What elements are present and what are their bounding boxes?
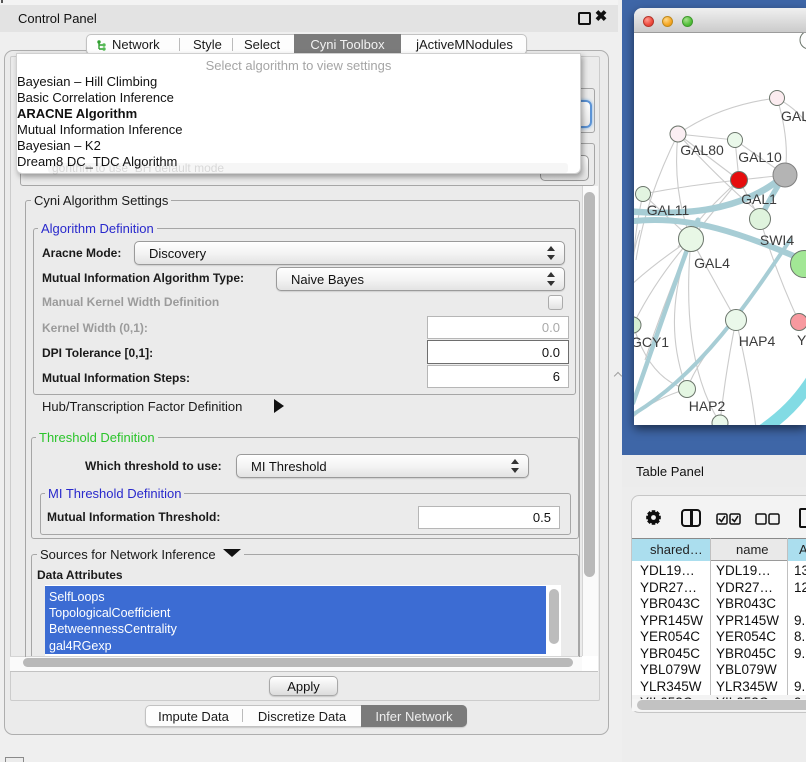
- svg-text:GAL11: GAL11: [647, 202, 690, 218]
- svg-text:GAL4: GAL4: [694, 255, 730, 271]
- svg-text:GAL1: GAL1: [741, 191, 777, 207]
- svg-text:HAP4: HAP4: [739, 333, 776, 349]
- svg-text:GAL80: GAL80: [680, 142, 724, 158]
- svg-text:GCY1: GCY1: [634, 334, 669, 350]
- svg-text:GAL10: GAL10: [738, 149, 782, 165]
- svg-text:HAP2: HAP2: [689, 398, 726, 414]
- svg-text:Y: Y: [797, 332, 806, 348]
- svg-text:SWI4: SWI4: [760, 232, 794, 248]
- svg-text:GAL2: GAL2: [781, 108, 806, 124]
